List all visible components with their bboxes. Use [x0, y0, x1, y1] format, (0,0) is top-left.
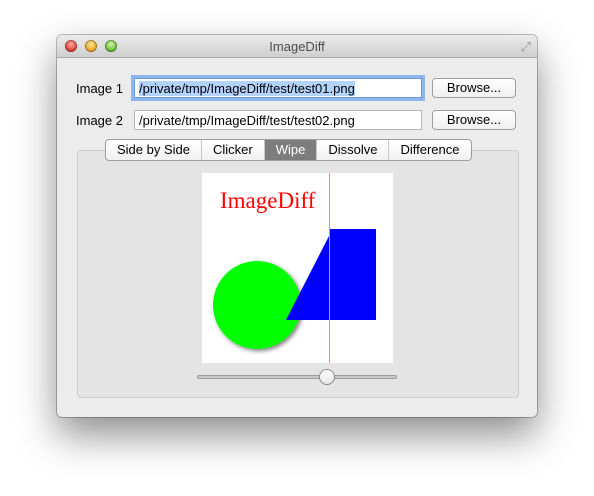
imagediff-window: ImageDiff ⤢ Image 1 /private/tmp/ImageDi…: [57, 35, 537, 417]
fullscreen-icon[interactable]: ⤢: [521, 39, 531, 55]
image1-path-field[interactable]: /private/tmp/ImageDiff/test/test01.png: [134, 78, 422, 98]
tab-wipe[interactable]: Wipe: [263, 140, 317, 160]
tab-side-by-side[interactable]: Side by Side: [106, 140, 201, 160]
wipe-preview-image[interactable]: ImageDiff: [202, 173, 393, 363]
image2-browse-button[interactable]: Browse...: [432, 110, 516, 130]
slider-track: [197, 375, 397, 379]
slider-thumb[interactable]: [319, 369, 335, 385]
preview-logo-text: ImageDiff: [220, 188, 316, 213]
image2-path-field[interactable]: /private/tmp/ImageDiff/test/test02.png: [134, 110, 422, 130]
title-bar: ImageDiff ⤢: [57, 35, 537, 58]
tab-clicker[interactable]: Clicker: [201, 140, 264, 160]
image1-path-text: /private/tmp/ImageDiff/test/test01.png: [139, 81, 355, 96]
wipe-slider[interactable]: [197, 369, 397, 385]
preview-rectangle: [329, 229, 376, 320]
preview-circle: [213, 261, 301, 349]
image1-browse-button[interactable]: Browse...: [432, 78, 516, 98]
tab-dissolve[interactable]: Dissolve: [316, 140, 388, 160]
mode-tab-bar: Side by Side Clicker Wipe Dissolve Diffe…: [105, 139, 472, 161]
window-title: ImageDiff: [269, 39, 325, 54]
image1-label: Image 1: [76, 81, 123, 96]
image2-label: Image 2: [76, 113, 123, 128]
tab-difference[interactable]: Difference: [388, 140, 470, 160]
